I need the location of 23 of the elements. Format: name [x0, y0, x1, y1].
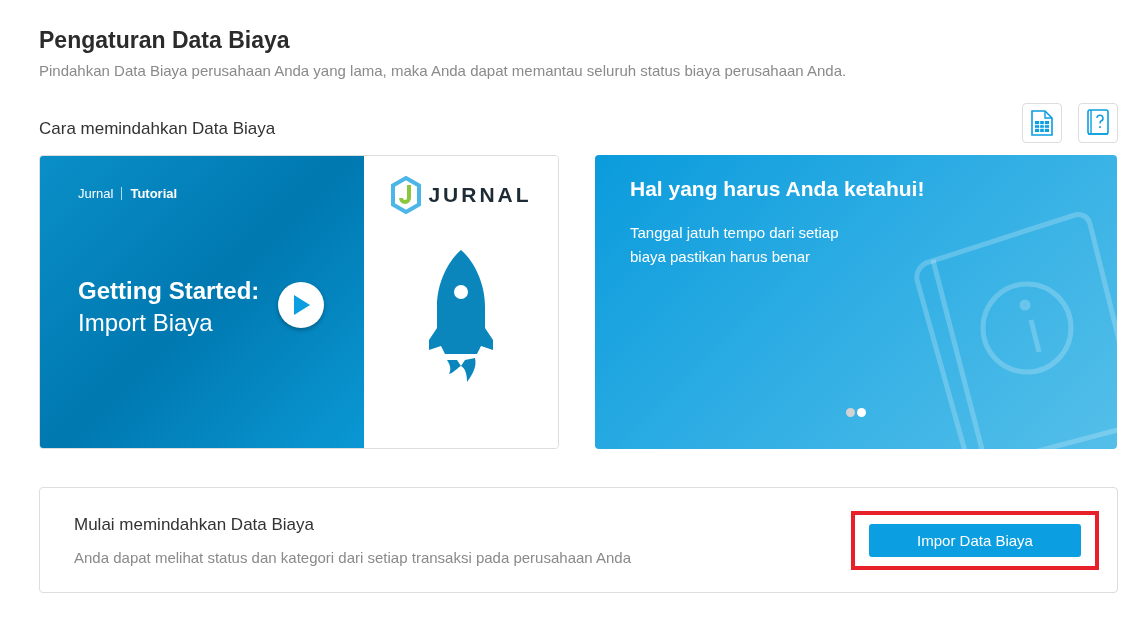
hexagon-logo-icon — [390, 176, 423, 214]
carousel-dot[interactable] — [857, 408, 866, 417]
rocket-icon — [429, 250, 493, 384]
page-title: Pengaturan Data Biaya — [39, 27, 291, 54]
video-title: Getting Started: — [78, 277, 261, 305]
video-subtitle: Import Biaya — [78, 309, 214, 337]
video-brand: Jurnal — [78, 186, 114, 201]
spreadsheet-button[interactable] — [1022, 103, 1062, 143]
logo-text: JURNAL — [428, 183, 532, 207]
spreadsheet-icon — [1031, 110, 1053, 136]
import-description: Anda dapat melihat status dan kategori dari setiap transaksi pada perusahaan Anda — [74, 548, 632, 566]
carousel-dot[interactable] — [846, 408, 855, 417]
section-title: Cara memindahkan Data Biaya — [39, 119, 276, 140]
page-subtitle: Pindahkan Data Biaya perusahaan Anda yang lama, maka Anda dapat memantau seluruh status biaya perusahaan Anda. — [39, 62, 848, 79]
import-title: Mulai memindahkan Data Biaya — [74, 514, 315, 535]
help-book-button[interactable] — [1078, 103, 1118, 143]
video-thumbnail[interactable]: Jurnal Tutorial Getting Started: Import Biaya JURNAL — [39, 155, 559, 449]
play-icon — [291, 294, 311, 316]
help-book-icon — [1087, 109, 1109, 137]
tips-title: Hal yang harus Anda ketahui! — [630, 177, 926, 201]
video-tag: Tutorial — [130, 186, 178, 201]
tips-text: Tanggal jatuh tempo dari setiap biaya pastikan harus benar — [630, 223, 840, 267]
play-button[interactable] — [278, 282, 324, 328]
